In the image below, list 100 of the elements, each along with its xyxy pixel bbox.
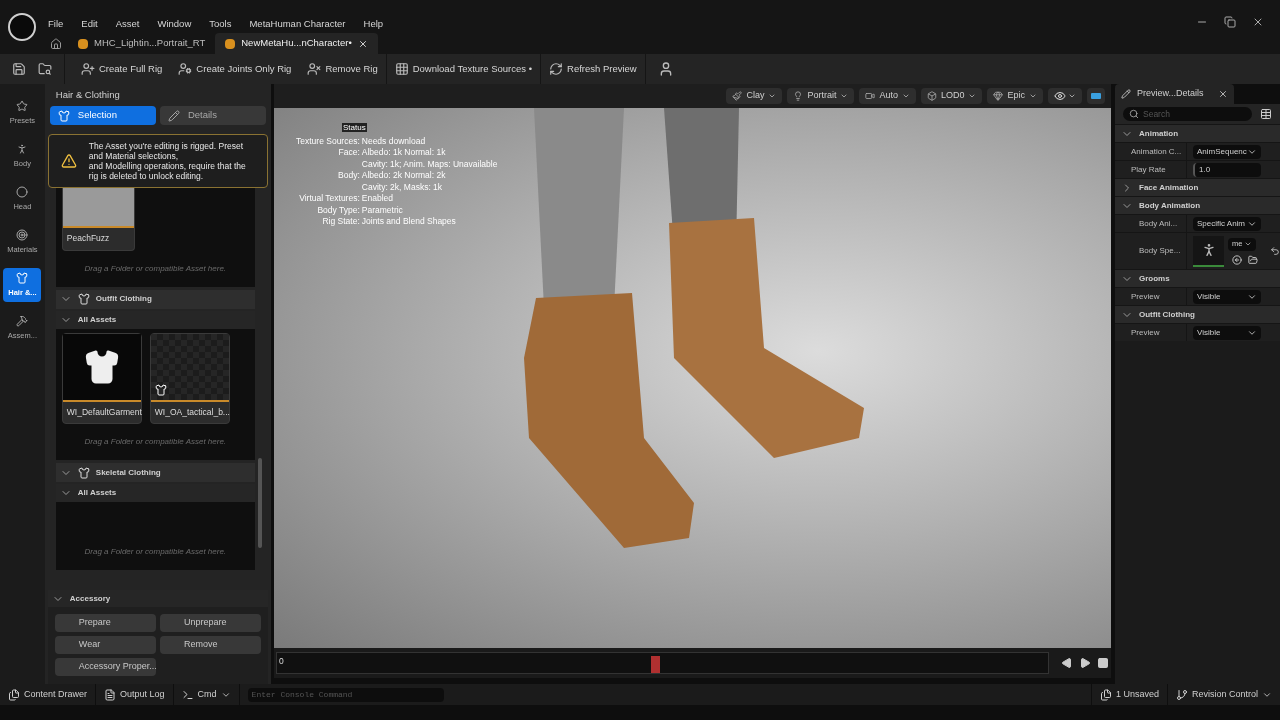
property-dropdown[interactable]: Specific Anim xyxy=(1193,216,1261,231)
accessory-button[interactable]: Wear xyxy=(54,636,156,654)
section-header[interactable]: Grooms xyxy=(1115,269,1280,287)
close-icon[interactable] xyxy=(357,38,368,49)
cube-icon xyxy=(926,91,937,101)
accessory-button[interactable]: Accessory Proper... xyxy=(54,658,156,676)
details-tab[interactable]: Preview...Details xyxy=(1115,84,1234,104)
property-dropdown[interactable]: Visible xyxy=(1193,325,1261,340)
section-header[interactable]: Animation xyxy=(1115,124,1280,142)
status-value: Cavity: 2k, Masks: 1k xyxy=(361,181,444,193)
reset-icon[interactable] xyxy=(1270,246,1280,256)
section-header[interactable]: Outfit Clothing xyxy=(1115,305,1280,323)
asset-icon xyxy=(78,38,88,49)
toolbar-button[interactable]: Download Texture Sources • xyxy=(394,61,532,77)
status-value: Enabled xyxy=(361,193,394,205)
status-value: Cavity: 1k; Anim. Maps: Unavailable xyxy=(361,158,498,170)
star-icon xyxy=(16,99,29,112)
asset-name: PeachFuzz xyxy=(66,233,110,243)
target-icon xyxy=(16,228,29,241)
use-selected-icon[interactable] xyxy=(1232,254,1242,265)
status-bar-button[interactable]: Content Drawer xyxy=(0,684,97,705)
toolbar-button[interactable]: Refresh Preview xyxy=(549,61,637,77)
toolbar-button[interactable]: Remove Rig xyxy=(307,61,378,77)
home-icon[interactable] xyxy=(50,37,62,50)
property-dropdown[interactable]: Visible xyxy=(1193,289,1261,304)
number-field[interactable]: 1.0 xyxy=(1193,162,1261,177)
menu-item[interactable]: File xyxy=(48,16,64,32)
panel-tab[interactable]: Details xyxy=(159,106,266,125)
section-header[interactable]: Skeletal Clothing xyxy=(55,463,255,482)
asset-icon xyxy=(225,38,236,49)
asset-tile[interactable]: WI_OA_tactical_b... xyxy=(149,332,230,424)
accessory-button[interactable]: Prepare xyxy=(54,614,156,632)
files-icon xyxy=(1099,688,1112,701)
section-header[interactable]: Accessory xyxy=(47,590,268,607)
document-tab[interactable]: MHC_Lightin...Portrait_RT xyxy=(68,33,216,54)
menu-item[interactable]: Window xyxy=(157,16,192,32)
log-icon xyxy=(104,688,117,701)
revision-control-button[interactable]: Revision Control xyxy=(1166,684,1280,705)
table-icon[interactable] xyxy=(1260,108,1272,120)
viewport-dropdown[interactable]: Auto xyxy=(859,88,916,104)
search-field[interactable]: Search xyxy=(1123,107,1252,121)
viewport-dropdown[interactable]: Portrait xyxy=(787,88,855,104)
play-icon[interactable] xyxy=(1079,657,1091,669)
section-header[interactable]: Face Animation xyxy=(1115,178,1280,196)
status-value: Parametric xyxy=(361,204,404,216)
checker-grid-icon xyxy=(394,62,409,76)
refresh-icon xyxy=(549,62,563,76)
section-header[interactable]: Outfit Clothing xyxy=(55,289,255,309)
toolbar-button[interactable]: Create Full Rig xyxy=(81,61,163,77)
status-value: Joints and Blend Shapes xyxy=(361,216,457,228)
caret-icon xyxy=(1244,240,1252,248)
accessory-button[interactable]: Unprepare xyxy=(159,614,261,632)
play-reverse-icon[interactable] xyxy=(1061,657,1073,669)
unsaved-button[interactable]: 1 Unsaved xyxy=(1090,684,1167,705)
brush-icon xyxy=(732,91,743,101)
caret-icon xyxy=(1068,92,1076,100)
restore-icon[interactable] xyxy=(1224,16,1236,28)
save-icon[interactable] xyxy=(12,62,26,76)
playhead[interactable] xyxy=(650,656,660,673)
toggle-button[interactable] xyxy=(1087,88,1105,104)
menu-item[interactable]: Asset xyxy=(115,16,140,32)
shirt-icon xyxy=(154,383,167,396)
search-icon xyxy=(1129,109,1139,119)
viewport-dropdown[interactable]: Clay xyxy=(726,88,783,104)
viewport-dropdown[interactable]: Epic xyxy=(987,88,1043,104)
toolbar-button[interactable]: Create Joints Only Rig xyxy=(178,61,292,77)
frame-number: 0 xyxy=(279,655,284,668)
bust-placeholder xyxy=(62,188,134,228)
warning-text: The Asset you're editing is rigged. Preset and Material selections, and Modelling operations, require that the rig is deleted to unlock editing. xyxy=(88,141,247,181)
browse-icon[interactable] xyxy=(1248,254,1258,265)
menu-item[interactable]: MetaHuman Character xyxy=(249,16,346,32)
stop-icon[interactable] xyxy=(1097,657,1109,669)
property-dropdown[interactable]: AnimSequenc xyxy=(1193,144,1261,159)
gem-icon xyxy=(993,91,1004,101)
status-bar-button[interactable]: Cmd xyxy=(173,684,240,705)
visibility-dropdown[interactable] xyxy=(1048,88,1082,104)
menu-item[interactable]: Edit xyxy=(81,16,98,32)
folder-search-icon[interactable] xyxy=(38,62,52,76)
asset-tile[interactable]: WI_DefaultGarment xyxy=(61,332,142,424)
menu-item[interactable]: Tools xyxy=(209,16,232,32)
console-field[interactable]: Enter Console Command xyxy=(247,687,444,702)
viewport-dropdown[interactable]: LOD0 xyxy=(920,88,983,104)
status-bar-button[interactable]: Output Log xyxy=(96,684,174,705)
menu-item[interactable]: Help xyxy=(363,16,384,32)
timeline-track[interactable]: 0 xyxy=(276,652,1049,674)
close-icon[interactable] xyxy=(1252,16,1264,28)
panel-tab[interactable]: Selection xyxy=(49,106,156,125)
mannequin-thumbnail[interactable] xyxy=(1193,235,1224,267)
property-label: Animation C... xyxy=(1131,145,1182,158)
asset-tile[interactable]: PeachFuzz xyxy=(61,188,135,251)
caret-icon xyxy=(968,92,977,100)
section-header[interactable]: Body Animation xyxy=(1115,196,1280,214)
document-tab[interactable]: NewMetaHu...nCharacter• xyxy=(215,33,378,54)
close-icon[interactable] xyxy=(1217,89,1228,99)
status-label: Body Type: xyxy=(316,204,360,216)
caret-icon xyxy=(840,92,849,100)
garment-icon xyxy=(77,293,90,305)
scrollbar[interactable] xyxy=(257,458,262,548)
asset-name: WI_DefaultGarment xyxy=(66,406,142,417)
accessory-button[interactable]: Remove xyxy=(159,636,261,654)
